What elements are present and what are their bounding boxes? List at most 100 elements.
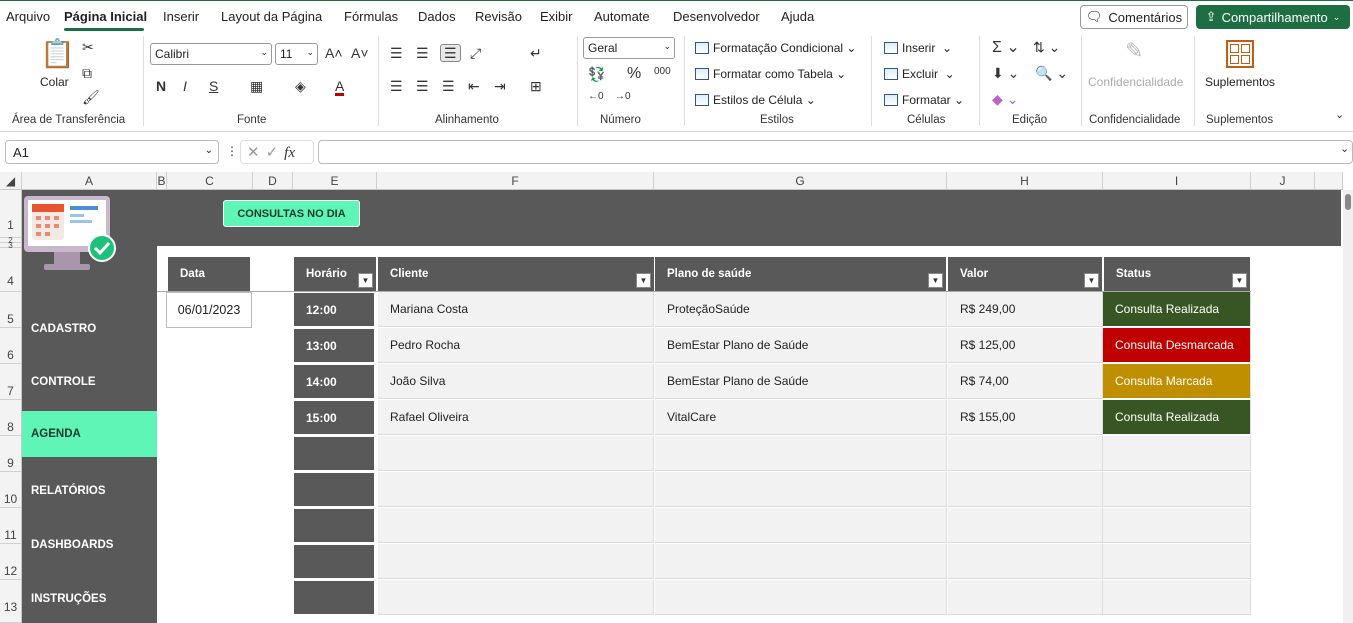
row-header-10[interactable]: 10 [0,472,22,508]
filter-dropdown-icon[interactable]: ▼ [1232,273,1247,288]
paste-icon[interactable]: 📋 [40,40,75,68]
filter-dropdown-icon[interactable]: ▼ [358,273,373,288]
time-cell[interactable]: 13:00 [294,329,374,362]
thousands-icon[interactable]: 000 [654,67,671,77]
col-header-e[interactable]: E [293,172,377,190]
nav-relatorios[interactable]: RELATÓRIOS [22,468,157,514]
row-header-9[interactable]: 9 [0,436,22,472]
menu-dados[interactable]: Dados [418,9,456,24]
enter-icon[interactable]: ✓ [266,144,285,161]
format-cells-button[interactable]: Formatar ⌄ [884,93,964,107]
align-bottom-icon[interactable]: ☰ [440,44,461,62]
row-header-11[interactable]: 11 [0,508,22,544]
decrease-decimal-icon[interactable]: →0 [615,92,631,102]
align-left-icon[interactable]: ☰ [390,79,403,93]
value-cell[interactable] [948,580,1103,615]
delete-cells-button[interactable]: Excluir ⌄ [884,67,955,81]
align-middle-icon[interactable]: ☰ [416,46,429,60]
filter-dropdown-icon[interactable]: ▼ [928,273,943,288]
col-header-j[interactable]: J [1251,172,1315,190]
sort-filter-icon[interactable]: ⇅ ⌄ [1033,40,1060,54]
currency-icon[interactable]: 💱 [588,67,605,81]
plan-cell[interactable]: ProteçãoSaúde [655,292,947,327]
chevron-down-icon[interactable]: ⌄ [1340,144,1349,155]
collapse-ribbon-icon[interactable]: ⌄ [1335,110,1344,121]
clear-icon[interactable]: ◆ ⌄ [992,92,1018,106]
share-button[interactable]: ⇪ Compartilhamento ⌄ [1196,5,1350,29]
plan-cell[interactable] [655,508,947,543]
increase-decimal-icon[interactable]: ←0 [588,92,604,102]
nav-agenda[interactable]: AGENDA [22,411,157,457]
menu-layout[interactable]: Layout da Página [221,9,322,24]
filter-dropdown-icon[interactable]: ▼ [1084,273,1099,288]
value-cell[interactable]: R$ 155,00 [948,400,1103,435]
value-cell[interactable] [948,472,1103,507]
time-cell[interactable]: 14:00 [294,365,374,398]
row-header-4[interactable]: 4 [0,248,22,292]
time-cell[interactable] [294,509,374,542]
plan-cell[interactable]: BemEstar Plano de Saúde [655,328,947,363]
time-cell[interactable]: 15:00 [294,401,374,434]
select-all-corner[interactable]: ◢ [0,172,22,190]
row-header-5[interactable]: 5 [0,292,22,328]
nav-instrucoes[interactable]: INSTRUÇÕES [22,576,157,622]
col-header-c[interactable]: C [167,172,253,190]
plan-cell[interactable]: VitalCare [655,400,947,435]
menu-desenvolvedor[interactable]: Desenvolvedor [673,9,760,24]
font-size-select[interactable]: 11 ⌄ [275,43,318,65]
menu-exibir[interactable]: Exibir [540,9,573,24]
col-header-i[interactable]: I [1103,172,1251,190]
decrease-indent-icon[interactable]: ⇤ [468,79,480,93]
autosum-icon[interactable]: Σ ⌄ [992,40,1020,56]
client-cell[interactable] [378,580,654,615]
row-header-6[interactable]: 6 [0,328,22,364]
filter-dropdown-icon[interactable]: ▼ [636,273,651,288]
value-cell[interactable] [948,544,1103,579]
col-header-f[interactable]: F [377,172,654,190]
client-cell[interactable]: Rafael Oliveira [378,400,654,435]
row-header-8[interactable]: 8 [0,400,22,436]
cut-icon[interactable]: ✂ [82,40,94,54]
time-cell[interactable] [294,437,374,470]
font-name-select[interactable]: Calibri ⌄ [150,43,272,65]
italic-icon[interactable]: I [183,79,187,93]
number-format-select[interactable]: Geral ⌄ [583,37,675,59]
comments-button[interactable]: 🗨 Comentários [1080,5,1188,29]
conditional-format-button[interactable]: Formatação Condicional ⌄ [695,41,856,55]
plan-cell[interactable] [655,472,947,507]
plan-cell[interactable]: BemEstar Plano de Saúde [655,364,947,399]
client-cell[interactable] [378,508,654,543]
menu-formulas[interactable]: Fórmulas [344,9,398,24]
client-cell[interactable]: Pedro Rocha [378,328,654,363]
time-cell[interactable] [294,581,374,614]
status-cell[interactable] [1103,544,1251,579]
bold-icon[interactable]: N [156,79,166,93]
status-cell[interactable] [1103,508,1251,543]
insert-function-icon[interactable]: fx [284,145,295,161]
status-cell[interactable]: Consulta Realizada [1103,292,1251,327]
status-cell[interactable]: Consulta Desmarcada [1103,328,1251,363]
status-cell[interactable]: Consulta Marcada [1103,364,1251,399]
status-cell[interactable] [1103,436,1251,471]
borders-icon[interactable]: ▦ [250,79,263,93]
row-header-13[interactable]: 13 [0,580,22,623]
name-box[interactable]: A1 ⌄ [5,140,219,164]
align-top-icon[interactable]: ☰ [390,46,403,60]
format-painter-icon[interactable]: 🖌 [82,90,100,104]
menu-inserir[interactable]: Inserir [163,9,199,24]
menu-automate[interactable]: Automate [594,9,650,24]
addins-icon[interactable] [1226,40,1254,68]
nav-controle[interactable]: CONTROLE [22,359,157,405]
col-header-k[interactable] [1315,172,1343,190]
nav-cadastro[interactable]: CADASTRO [22,306,157,352]
find-icon[interactable]: 🔍 ⌄ [1035,66,1068,80]
wrap-text-icon[interactable]: ↵ [530,46,542,60]
client-cell[interactable] [378,472,654,507]
increase-font-icon[interactable]: A˄ [325,46,343,60]
cancel-icon[interactable]: ✕ [247,144,266,161]
status-cell[interactable]: Consulta Realizada [1103,400,1251,435]
col-header-h[interactable]: H [947,172,1103,190]
addins-button[interactable]: Suplementos [1205,75,1275,89]
menu-arquivo[interactable]: Arquivo [6,9,50,24]
underline-icon[interactable]: S [209,79,218,93]
